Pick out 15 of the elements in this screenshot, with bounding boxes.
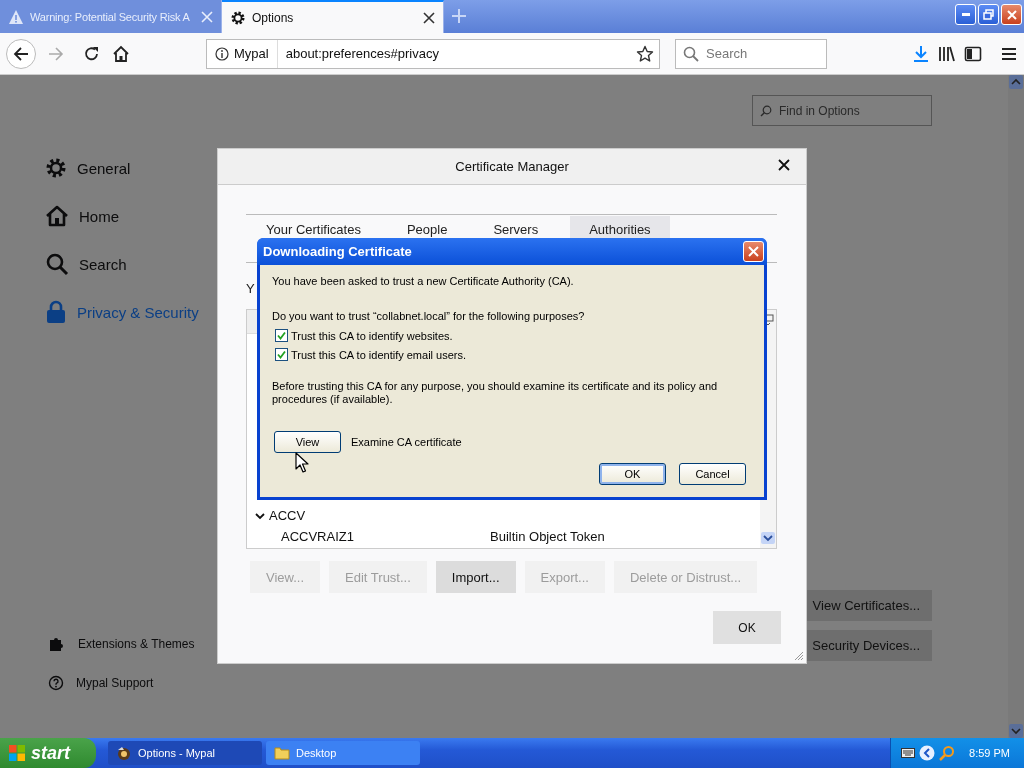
checkbox-label: Trust this CA to identify websites.	[291, 329, 453, 342]
advice-text: Before trusting this CA for any purpose, you should examine its certificate and its policy and procedures (if available).	[272, 380, 719, 406]
message-text: You have been asked to trust a new Certificate Authority (CA).	[272, 275, 575, 289]
site-label: Mypal	[234, 46, 269, 61]
dialog-title: Downloading Certificate	[263, 244, 412, 259]
table-cell: ACCVRAIZ1	[281, 529, 354, 544]
checkbox-label: Trust this CA to identify email users.	[291, 348, 467, 361]
question-text: Do you want to trust “collabnet.local” for the following purposes?	[272, 310, 586, 324]
dialog-title: Certificate Manager	[455, 159, 569, 174]
clock: 8:59 PM	[969, 747, 1010, 759]
view-hint: Examine CA certificate	[351, 436, 462, 448]
intro-text: Y	[246, 281, 256, 298]
table-cell-text: Builtin Object Token	[490, 529, 606, 544]
url-text: about:preferences#privacy	[284, 46, 440, 61]
tree-group-name: ACCV	[269, 508, 306, 523]
